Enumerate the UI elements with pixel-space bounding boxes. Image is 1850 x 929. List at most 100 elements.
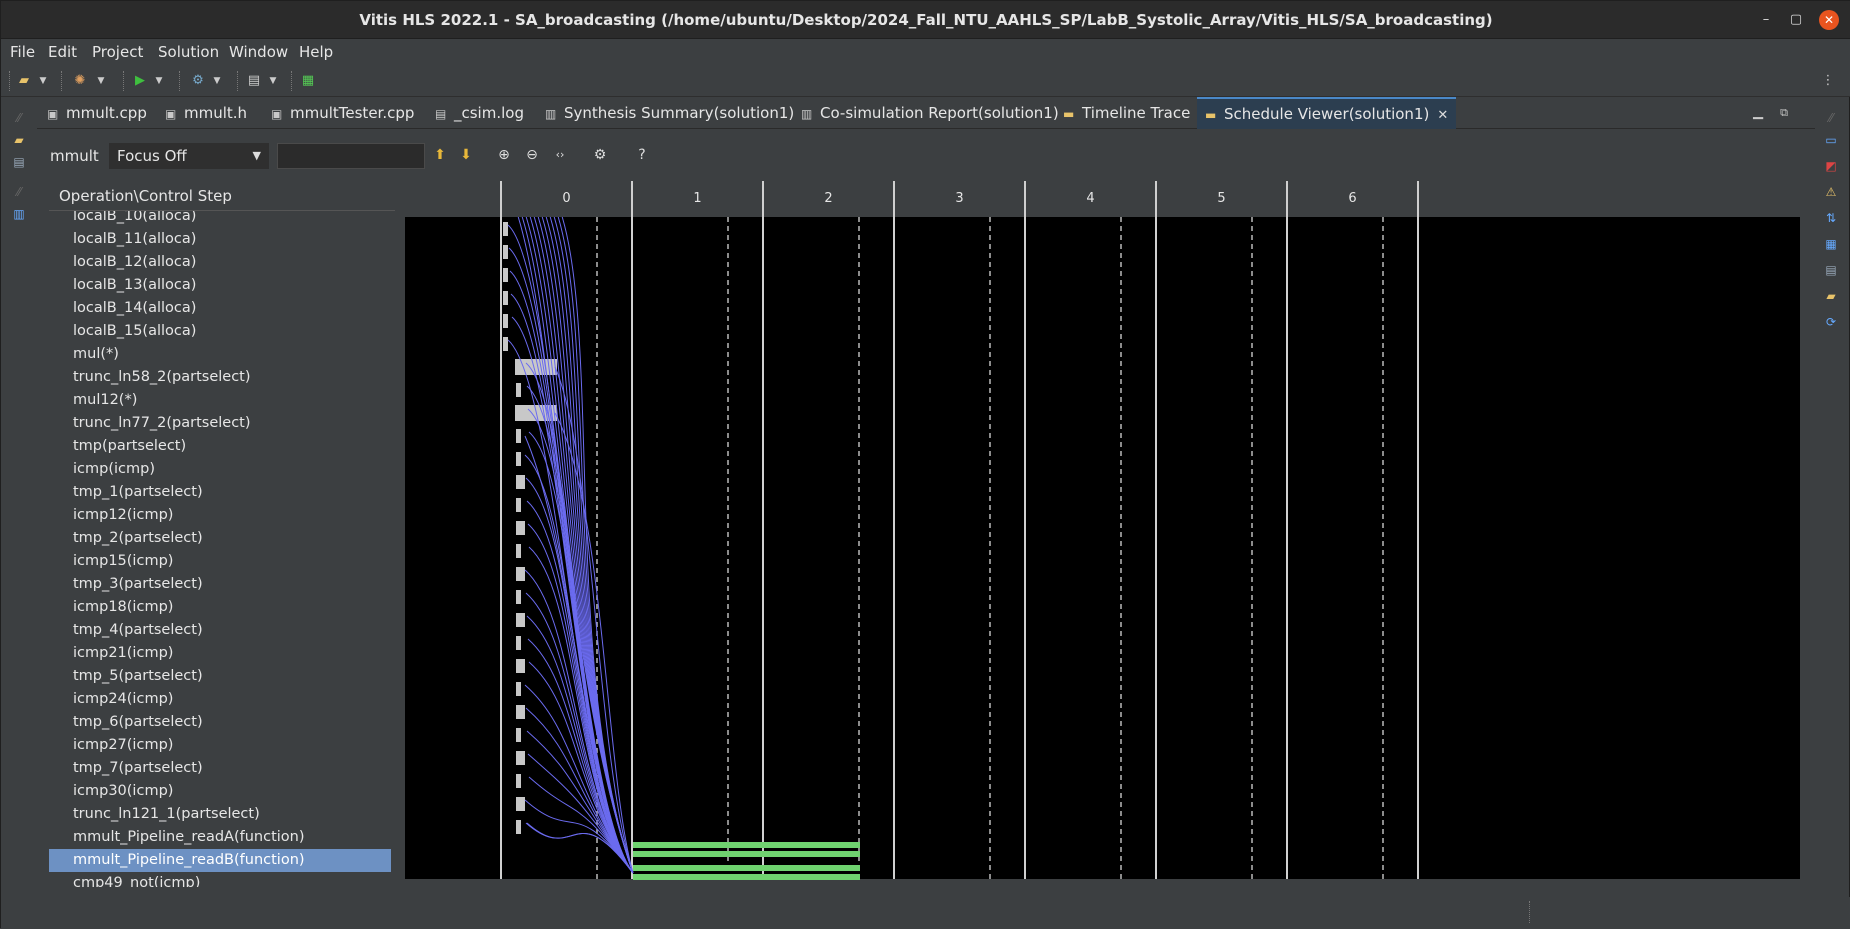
operation-row[interactable]: localB_10(alloca) (49, 211, 391, 228)
tab-label: _csim.log (454, 104, 524, 122)
menu-solution[interactable]: Solution (158, 43, 219, 61)
operation-row[interactable]: trunc_ln58_2(partselect) (49, 366, 391, 389)
operation-bar (516, 797, 525, 811)
operation-row[interactable]: icmp18(icmp) (49, 596, 391, 619)
zoom-fit-icon[interactable]: ‹› (551, 145, 569, 165)
chevron-down-icon[interactable]: ▼ (95, 71, 107, 91)
menu-help[interactable]: Help (299, 43, 333, 61)
close-button[interactable]: ✕ (1819, 10, 1839, 30)
tab-mmult-h[interactable]: ▣ mmult.h (157, 97, 255, 129)
operation-row[interactable]: tmp_6(partselect) (49, 711, 391, 734)
synthesis-icon[interactable]: ⚙ (189, 71, 207, 91)
operation-row[interactable]: cmp49_not(icmp) (49, 872, 391, 887)
operation-row[interactable]: localB_12(alloca) (49, 251, 391, 274)
operation-row[interactable]: tmp_5(partselect) (49, 665, 391, 688)
operation-row[interactable]: mul(*) (49, 343, 391, 366)
tab-timeline-trace[interactable]: ▬ Timeline Trace (1055, 97, 1198, 129)
operation-row[interactable]: tmp_1(partselect) (49, 481, 391, 504)
tab-cosim-report[interactable]: ▥ Co-simulation Report(solution1) (793, 97, 1067, 129)
minimized-view-icon[interactable]: ⁄⁄ (11, 185, 27, 199)
minimized-view-icon[interactable]: ⁄⁄ (1823, 111, 1839, 125)
operation-row[interactable]: localB_15(alloca) (49, 320, 391, 343)
zoom-out-icon[interactable]: ⊖ (523, 145, 541, 165)
tab-schedule-viewer[interactable]: ▬ Schedule Viewer(solution1) ✕ (1197, 97, 1457, 129)
help-icon[interactable]: ? (633, 145, 651, 165)
operation-bar (503, 337, 508, 351)
minimize-editor-icon[interactable]: ▁ (1751, 103, 1765, 123)
explorer-view-icon[interactable]: ▰ (11, 133, 27, 147)
waveform-icon[interactable]: ▦ (299, 71, 317, 91)
tab-label: mmult.h (184, 104, 248, 122)
arrow-up-icon[interactable]: ⬆ (431, 145, 449, 165)
operation-row[interactable]: mmult_Pipeline_readA(function) (49, 826, 391, 849)
console-view-icon[interactable]: ◩ (1823, 159, 1839, 173)
operation-row[interactable]: localB_13(alloca) (49, 274, 391, 297)
operation-row[interactable]: tmp_3(partselect) (49, 573, 391, 596)
operation-row[interactable]: trunc_ln121_1(partselect) (49, 803, 391, 826)
operation-row[interactable]: tmp_4(partselect) (49, 619, 391, 642)
open-folder-icon[interactable]: ▰ (15, 71, 33, 91)
focus-select[interactable]: Focus Off ▼ (109, 143, 269, 169)
table-view-icon[interactable]: ▦ (1823, 237, 1839, 251)
operation-row[interactable]: mul12(*) (49, 389, 391, 412)
operation-row[interactable]: icmp12(icmp) (49, 504, 391, 527)
menu-edit[interactable]: Edit (48, 43, 77, 61)
maximize-editor-icon[interactable]: ⧉ (1777, 103, 1791, 123)
operation-row[interactable]: tmp_2(partselect) (49, 527, 391, 550)
zoom-in-icon[interactable]: ⊕ (495, 145, 513, 165)
title-bar: Vitis HLS 2022.1 - SA_broadcasting (/hom… (1, 1, 1850, 39)
operation-row[interactable]: icmp21(icmp) (49, 642, 391, 665)
vitis-view-icon[interactable]: ▰ (1823, 289, 1839, 303)
run-icon[interactable]: ▶ (131, 71, 149, 91)
operation-row[interactable]: localB_11(alloca) (49, 228, 391, 251)
tab-mmult-cpp[interactable]: ▣ mmult.cpp (39, 97, 155, 129)
close-tab-icon[interactable]: ✕ (1437, 108, 1448, 123)
chevron-down-icon[interactable]: ▼ (37, 71, 49, 91)
operation-row[interactable]: icmp30(icmp) (49, 780, 391, 803)
tab-label: Co-simulation Report(solution1) (820, 104, 1059, 122)
menu-file[interactable]: File (10, 43, 35, 61)
minimized-view-icon[interactable]: ⁄⁄ (11, 111, 27, 125)
settings-icon[interactable]: ⚙ (591, 145, 609, 165)
vitis-hls-window: Vitis HLS 2022.1 - SA_broadcasting (/hom… (0, 0, 1850, 929)
minimize-button[interactable]: – (1757, 11, 1775, 29)
operation-bar (516, 728, 521, 742)
menu-window[interactable]: Window (229, 43, 288, 61)
operation-row[interactable]: icmp15(icmp) (49, 550, 391, 573)
analysis-icon[interactable]: ▤ (245, 71, 263, 91)
toolbar-separator (9, 71, 10, 91)
operation-bar (516, 659, 525, 673)
report-view-icon[interactable]: ▤ (1823, 263, 1839, 277)
arrow-down-icon[interactable]: ⬇ (457, 145, 475, 165)
operation-bar (516, 544, 521, 558)
operation-row[interactable]: tmp_7(partselect) (49, 757, 391, 780)
operation-row[interactable]: icmp24(icmp) (49, 688, 391, 711)
build-icon[interactable]: ✺ (71, 71, 89, 91)
operation-row[interactable]: icmp(icmp) (49, 458, 391, 481)
properties-view-icon[interactable]: ▭ (1823, 133, 1839, 147)
sync-view-icon[interactable]: ⟳ (1823, 315, 1839, 329)
search-input[interactable] (277, 143, 425, 169)
chevron-down-icon[interactable]: ▼ (267, 71, 279, 91)
operation-row[interactable]: mmult_Pipeline_readB(function) (49, 849, 391, 872)
tab-synthesis-summary[interactable]: ▥ Synthesis Summary(solution1) (537, 97, 802, 129)
operation-row[interactable]: localB_14(alloca) (49, 297, 391, 320)
tab-csim-log[interactable]: ▤ _csim.log (427, 97, 532, 129)
chevron-down-icon[interactable]: ▼ (153, 71, 165, 91)
menu-project[interactable]: Project (92, 43, 143, 61)
book-view-icon[interactable]: ▥ (11, 207, 27, 221)
toolbar-separator (179, 71, 180, 91)
toolbar-handle-icon[interactable]: ⋮ (1821, 71, 1835, 91)
restore-button[interactable]: ▢ (1787, 11, 1805, 29)
debug-view-icon[interactable]: ⇅ (1823, 211, 1839, 225)
tab-mmulttester-cpp[interactable]: ▣ mmultTester.cpp (263, 97, 422, 129)
outline-view-icon[interactable]: ▤ (11, 155, 27, 169)
schedule-canvas[interactable] (405, 217, 1805, 887)
cpp-file-icon: ▣ (47, 107, 59, 121)
operation-row[interactable]: icmp27(icmp) (49, 734, 391, 757)
schedule-viewer-panel: mmult Focus Off ▼ ⬆ ⬇ ⊕ ⊖ ‹› ⚙ ? Operatio… (37, 129, 1815, 897)
operation-row[interactable]: tmp(partselect) (49, 435, 391, 458)
chevron-down-icon[interactable]: ▼ (211, 71, 223, 91)
operation-row[interactable]: trunc_ln77_2(partselect) (49, 412, 391, 435)
warning-view-icon[interactable]: ⚠ (1823, 185, 1839, 199)
